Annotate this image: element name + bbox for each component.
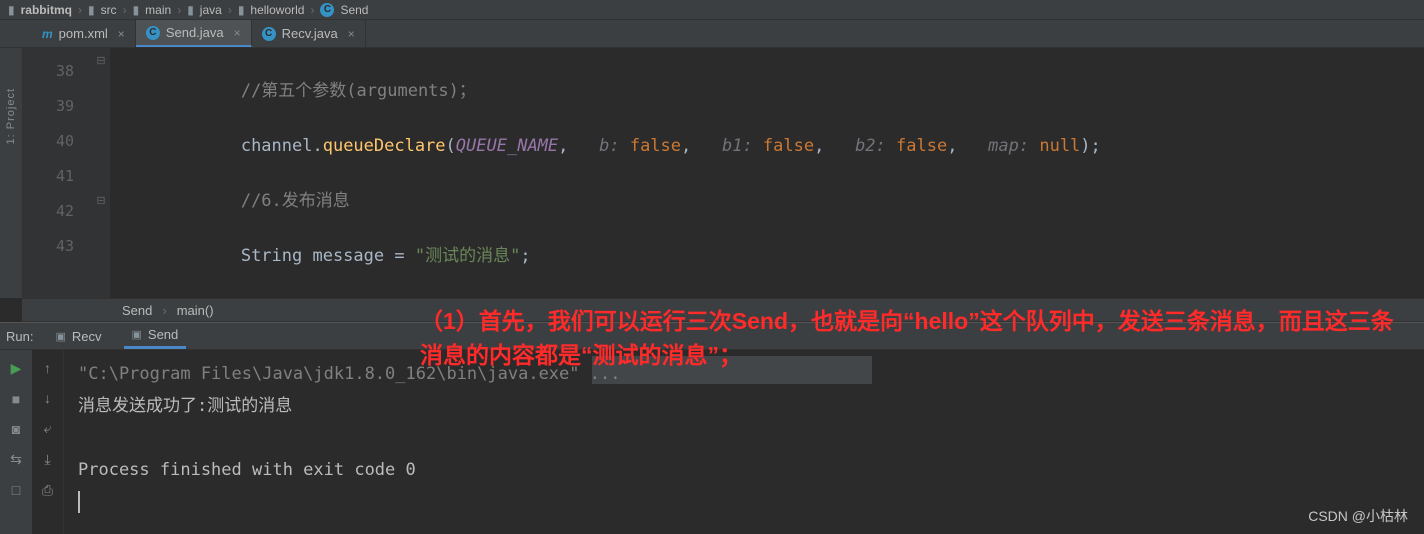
line-gutter: 38 39 40 41 42 43 — [22, 48, 92, 298]
line-number: 42 — [22, 194, 74, 229]
stop-icon[interactable]: ■ — [12, 391, 20, 407]
console-blank — [78, 422, 1410, 454]
breadcrumb-src[interactable]: src — [101, 3, 117, 17]
breadcrumb-class[interactable]: Send — [340, 3, 368, 17]
config-icon: ▣ — [55, 330, 65, 343]
print-icon[interactable]: ⎙ — [42, 482, 53, 499]
up-icon[interactable]: ↑ — [44, 360, 51, 376]
run-panel: ▶ ■ ◙ ⇆ □ ↑ ↓ ⤶ ⤓ ⎙ "C:\Program Files\Ja… — [0, 350, 1424, 534]
run-toolbar-primary: ▶ ■ ◙ ⇆ □ — [0, 350, 32, 534]
run-tab-label: Recv — [72, 329, 102, 344]
sep-icon: › — [162, 303, 166, 318]
sep-icon: › — [310, 3, 314, 17]
close-icon[interactable]: × — [118, 27, 125, 41]
tab-label: Send.java — [166, 25, 224, 40]
tab-send[interactable]: C Send.java × — [136, 20, 252, 47]
code-editor[interactable]: //第五个参数(arguments)； channel.queueDeclare… — [110, 48, 1424, 298]
class-icon: C — [262, 27, 276, 41]
breadcrumb-root[interactable]: rabbitmq — [21, 3, 72, 17]
line-number: 38 — [22, 54, 74, 89]
line-number: 39 — [22, 89, 74, 124]
folder-icon: ▮ — [8, 3, 15, 17]
tab-recv[interactable]: C Recv.java × — [252, 20, 366, 47]
watermark: CSDN @小枯林 — [1308, 506, 1408, 526]
editor-area: 38 39 40 41 42 43 ⊟ ⊟ //第五个参数(arguments)… — [22, 48, 1424, 298]
breadcrumb-java[interactable]: java — [200, 3, 222, 17]
run-tab-label: Send — [148, 327, 178, 342]
pin-icon[interactable]: □ — [12, 482, 20, 498]
folder-icon: ▮ — [187, 3, 194, 17]
console-line: 消息发送成功了:测试的消息 — [78, 390, 1410, 422]
tab-label: Recv.java — [282, 26, 338, 41]
breadcrumb-pkg[interactable]: helloworld — [250, 3, 304, 17]
run-tab-send[interactable]: ▣ Send — [124, 323, 187, 349]
sep-icon: › — [177, 3, 181, 17]
console-command: "C:\Program Files\Java\jdk1.8.0_162\bin\… — [78, 358, 1410, 390]
structure-breadcrumb: Send › main() — [22, 298, 1424, 322]
console-cursor-line — [78, 486, 1410, 518]
sep-icon: › — [78, 3, 82, 17]
console-output[interactable]: "C:\Program Files\Java\jdk1.8.0_162\bin\… — [64, 350, 1424, 534]
run-toolbar-secondary: ↑ ↓ ⤶ ⤓ ⎙ — [32, 350, 64, 534]
layout-icon[interactable]: ⇆ — [10, 451, 22, 468]
sep-icon: › — [123, 3, 127, 17]
code-comment: //第五个参数(arguments)； — [241, 81, 476, 101]
close-icon[interactable]: × — [348, 27, 355, 41]
line-number: 43 — [22, 229, 74, 264]
editor-tabs: m pom.xml × C Send.java × C Recv.java × — [0, 20, 1424, 48]
run-tool-header: Run: ▣ Recv ▣ Send — [0, 322, 1424, 350]
fold-handle[interactable]: ⊟ — [92, 54, 110, 89]
console-line: Process finished with exit code 0 — [78, 454, 1410, 486]
folder-icon: ▮ — [133, 3, 140, 17]
down-icon[interactable]: ↓ — [44, 390, 51, 406]
camera-icon[interactable]: ◙ — [12, 421, 20, 437]
maven-icon: m — [42, 27, 53, 41]
tab-label: pom.xml — [59, 26, 108, 41]
sep-icon: › — [228, 3, 232, 17]
class-icon: C — [146, 26, 160, 40]
class-icon: C — [320, 3, 334, 17]
project-tool-button[interactable]: 1: Project — [5, 88, 17, 144]
close-icon[interactable]: × — [234, 26, 241, 40]
folder-icon: ▮ — [88, 3, 95, 17]
structure-method[interactable]: main() — [177, 303, 214, 318]
breadcrumb-main[interactable]: main — [145, 3, 171, 17]
rerun-icon[interactable]: ▶ — [11, 360, 22, 377]
run-label: Run: — [6, 329, 33, 344]
tool-window-bar: 1: Project — [0, 48, 22, 298]
tab-pom[interactable]: m pom.xml × — [32, 20, 136, 47]
config-icon: ▣ — [132, 328, 142, 341]
structure-class[interactable]: Send — [122, 303, 152, 318]
wrap-icon[interactable]: ⤶ — [44, 420, 52, 437]
fold-column: ⊟ ⊟ — [92, 48, 110, 298]
fold-handle[interactable]: ⊟ — [92, 194, 110, 229]
scroll-end-icon[interactable]: ⤓ — [44, 451, 50, 468]
line-number: 41 — [22, 159, 74, 194]
run-tab-recv[interactable]: ▣ Recv — [47, 325, 109, 348]
code-comment: //6.发布消息 — [241, 191, 350, 211]
cursor-icon — [78, 491, 80, 513]
folder-icon: ▮ — [238, 3, 245, 17]
breadcrumb-bar: ▮ rabbitmq › ▮ src › ▮ main › ▮ java › ▮… — [0, 0, 1424, 20]
line-number: 40 — [22, 124, 74, 159]
